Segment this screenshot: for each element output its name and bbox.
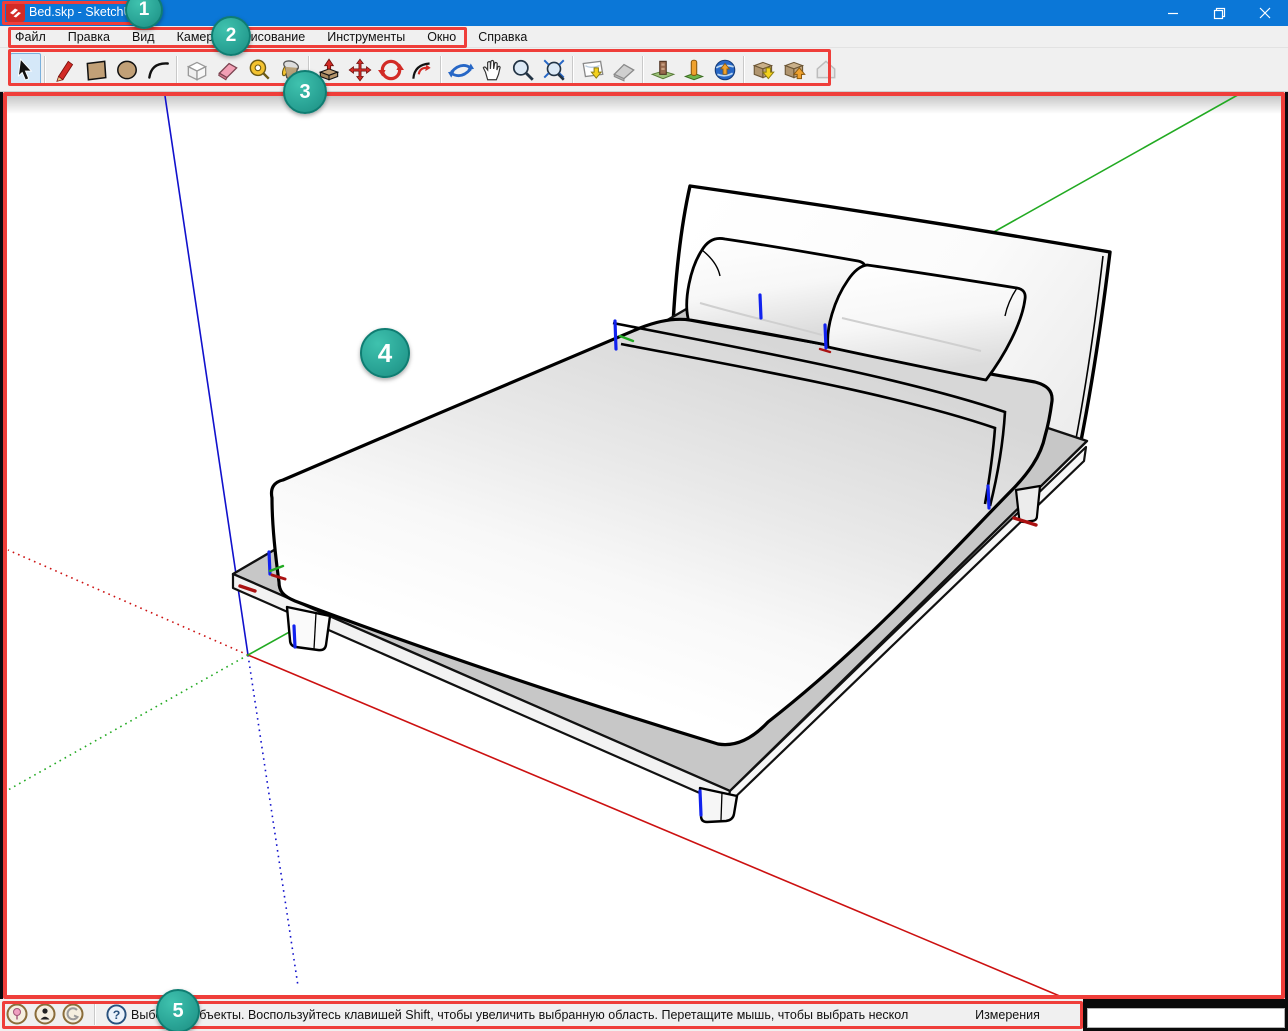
geolocation-status-icon[interactable] — [6, 1003, 28, 1025]
warehouse-house-icon — [813, 57, 839, 83]
eraser-icon — [215, 57, 241, 83]
google-earth-icon — [712, 57, 738, 83]
close-icon — [1259, 7, 1271, 19]
measurements-label: Измерения — [940, 1008, 1075, 1022]
make-component-icon — [184, 57, 210, 83]
circle-icon — [114, 57, 140, 83]
tool-add-new-building[interactable] — [678, 53, 709, 86]
toolbar-separator — [308, 56, 310, 84]
tool-rotate[interactable] — [375, 53, 406, 86]
tool-get-models[interactable] — [748, 53, 779, 86]
minimize-icon — [1167, 7, 1179, 19]
status-message: Выберите объекты. Воспользуйтесь клавише… — [131, 1008, 941, 1022]
toolbar-separator — [572, 56, 574, 84]
menu-tools[interactable]: Инструменты — [316, 27, 416, 47]
tape-measure-icon — [246, 57, 272, 83]
menu-bar: Файл Правка Вид Камера Рисование Инструм… — [0, 26, 1288, 48]
tool-offset[interactable] — [406, 53, 437, 86]
restore-button[interactable] — [1196, 0, 1242, 26]
menu-camera[interactable]: Камера — [166, 27, 232, 47]
sketchup-window: Bed.skp - SketchUp Pro Файл Правка Вид К… — [0, 0, 1288, 1031]
zoom-icon — [510, 57, 536, 83]
tool-move[interactable] — [344, 53, 375, 86]
minimize-button[interactable] — [1150, 0, 1196, 26]
menu-view[interactable]: Вид — [121, 27, 166, 47]
help-icon[interactable]: ? — [106, 1004, 127, 1025]
tool-push-pull[interactable] — [313, 53, 344, 86]
tool-zoom[interactable] — [507, 53, 538, 86]
tool-warehouse-disabled — [810, 53, 841, 86]
status-bar: ? Выберите объекты. Воспользуйтесь клави… — [0, 999, 1288, 1031]
svg-text:?: ? — [113, 1007, 121, 1021]
tool-orbit[interactable] — [445, 53, 476, 86]
rectangle-icon — [83, 57, 109, 83]
push-pull-icon — [316, 57, 342, 83]
orbit-icon — [448, 57, 474, 83]
title-bar: Bed.skp - SketchUp Pro — [0, 0, 1288, 26]
restore-icon — [1213, 7, 1226, 20]
rotate-icon — [378, 57, 404, 83]
menu-window[interactable]: Окно — [416, 27, 467, 47]
zoom-extents-icon — [541, 57, 567, 83]
tool-select[interactable] — [10, 53, 41, 86]
get-models-icon — [751, 57, 777, 83]
tool-pan[interactable] — [476, 53, 507, 86]
toolbar-separator — [743, 56, 745, 84]
menu-file[interactable]: Файл — [4, 27, 57, 47]
account-status-icon[interactable] — [62, 1003, 84, 1025]
window-title: Bed.skp - SketchUp Pro — [29, 5, 162, 19]
move-icon — [347, 57, 373, 83]
tool-photo-textures[interactable] — [647, 53, 678, 86]
toolbar-separator — [176, 56, 178, 84]
share-model-icon — [782, 57, 808, 83]
tool-arc[interactable] — [142, 53, 173, 86]
claim-credit-status-icon[interactable] — [34, 1003, 56, 1025]
measurements-input[interactable] — [1087, 1008, 1285, 1028]
tool-share-model[interactable] — [779, 53, 810, 86]
menu-edit[interactable]: Правка — [57, 27, 121, 47]
toggle-terrain-icon — [611, 57, 637, 83]
pan-hand-icon — [479, 57, 505, 83]
3d-viewport[interactable] — [3, 92, 1285, 999]
tool-preview-google-earth[interactable] — [709, 53, 740, 86]
close-button[interactable] — [1242, 0, 1288, 26]
statusbar-separator — [94, 1003, 96, 1025]
tool-paint-bucket[interactable] — [274, 53, 305, 86]
tool-line[interactable] — [49, 53, 80, 86]
add-location-icon — [580, 57, 606, 83]
paint-bucket-icon — [277, 57, 303, 83]
arc-icon — [145, 57, 171, 83]
toolbar-separator — [642, 56, 644, 84]
tool-add-location[interactable] — [577, 53, 608, 86]
tool-toggle-terrain[interactable] — [608, 53, 639, 86]
sketchup-logo-icon — [6, 3, 25, 22]
tool-make-component[interactable] — [181, 53, 212, 86]
photo-textures-icon — [650, 57, 676, 83]
tool-circle[interactable] — [111, 53, 142, 86]
tool-tape-measure[interactable] — [243, 53, 274, 86]
pencil-icon — [52, 57, 78, 83]
getting-started-toolbar — [0, 48, 1288, 92]
add-new-building-icon — [681, 57, 707, 83]
toolbar-separator — [440, 56, 442, 84]
tool-rectangle[interactable] — [80, 53, 111, 86]
tool-eraser[interactable] — [212, 53, 243, 86]
menu-help[interactable]: Справка — [467, 27, 538, 47]
menu-draw[interactable]: Рисование — [231, 27, 316, 47]
offset-icon — [409, 57, 435, 83]
select-arrow-icon — [13, 57, 39, 83]
toolbar-separator — [44, 56, 46, 84]
tool-zoom-extents[interactable] — [538, 53, 569, 86]
